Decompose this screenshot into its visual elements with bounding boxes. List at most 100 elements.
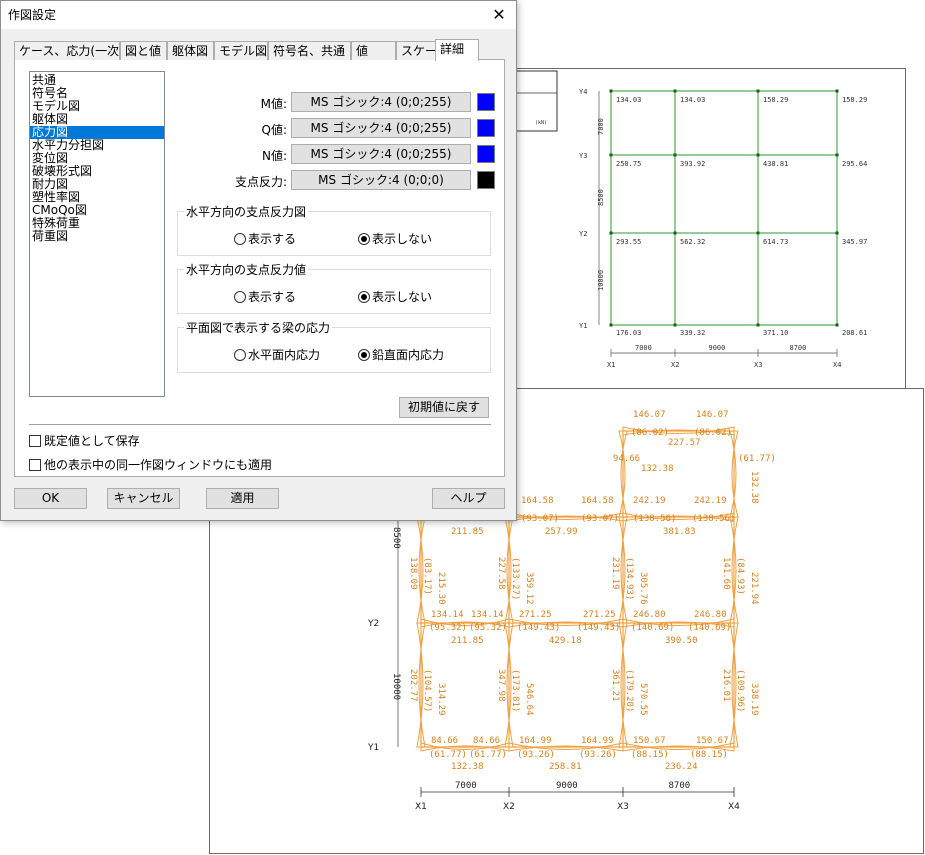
node-value: 339.32 — [680, 329, 705, 337]
close-icon[interactable]: ✕ — [488, 4, 510, 26]
drawing-window-top[interactable]: (kN) 134.03 134.03 158.29 158.29 250.75 393.92… — [504, 68, 906, 390]
stress-value: (93.07) — [581, 514, 619, 524]
stress-value: 132.38 — [749, 471, 759, 504]
node-value: 176.03 — [616, 329, 641, 337]
grid-label-x: X3 — [617, 802, 629, 812]
cancel-button[interactable]: キャンセル — [107, 488, 180, 509]
tab-figure-values[interactable]: 図と値 — [120, 41, 167, 60]
font-label-m: M値: — [260, 97, 287, 111]
stress-value: 570.55 — [638, 683, 648, 716]
apply-button[interactable]: 適用 — [206, 488, 279, 509]
stress-value: (83.17) — [422, 557, 432, 595]
stress-value: (86.02) — [694, 428, 732, 438]
grid-label-y: Y1 — [579, 322, 587, 330]
checkbox-box — [29, 459, 41, 471]
stress-value: (61.77) — [738, 454, 776, 464]
stress-value: 221.94 — [749, 572, 759, 605]
dim-label-y: 8500 — [391, 527, 401, 549]
node-value: 134.03 — [616, 96, 641, 104]
tab-model-drawing[interactable]: モデル図 — [214, 41, 268, 60]
stress-value: (93.26) — [579, 750, 617, 760]
node-mark — [835, 231, 839, 235]
node-value: 208.61 — [842, 329, 867, 337]
node-value: 134.03 — [680, 96, 705, 104]
stress-value: (138.56) — [633, 514, 676, 524]
radio-vertical-plane-stress[interactable]: 鉛直面内応力 — [358, 346, 444, 363]
radio-reaction-value-show[interactable]: 表示する — [234, 288, 296, 305]
stress-value: 132.38 — [641, 464, 674, 474]
stress-value: 242.19 — [694, 496, 727, 506]
stress-value: (93.07) — [521, 514, 559, 524]
grid-label-x: X2 — [503, 802, 515, 812]
grid-label-x: X4 — [833, 361, 841, 369]
stress-value: 246.80 — [633, 610, 666, 620]
radio-reaction-figure-hide[interactable]: 表示しない — [358, 230, 432, 247]
drawing-type-list[interactable]: 共通 符号名 モデル図 躯体図 応力図 水平力分担図 変位図 破壊形式図 耐力図 塑性率図 CMoQ… — [29, 71, 165, 397]
tab-values[interactable]: 値 — [351, 41, 396, 60]
stress-value: 546.64 — [524, 683, 534, 716]
checkbox-label: 他の表示中の同一作図ウィンドウにも適用 — [44, 458, 273, 472]
color-swatch-m[interactable] — [477, 93, 495, 111]
radio-horizontal-plane-stress[interactable]: 水平面内応力 — [234, 346, 320, 363]
grid-label-y: Y2 — [579, 230, 587, 238]
tab-case-stress[interactable]: ケース、応力(一次) — [14, 41, 124, 60]
radio-label: 水平面内応力 — [248, 348, 321, 362]
radio-reaction-value-hide[interactable]: 表示しない — [358, 288, 432, 305]
ok-button[interactable]: OK — [14, 488, 87, 509]
node-mark — [756, 323, 760, 327]
stress-value: 236.24 — [665, 762, 698, 772]
stress-value: (88.15) — [631, 750, 669, 760]
font-label-reaction: 支点反力: — [234, 175, 287, 189]
stress-value: 150.67 — [696, 736, 729, 746]
stress-value: 381.83 — [663, 527, 696, 537]
grid-label-y: Y1 — [367, 743, 379, 753]
stress-value: 271.25 — [583, 610, 616, 620]
stress-value: 211.85 — [451, 527, 484, 537]
stress-value: 84.66 — [473, 736, 500, 746]
radio-label: 鉛直面内応力 — [372, 348, 445, 362]
stress-value: 202.77 — [408, 669, 418, 702]
node-mark — [673, 89, 677, 93]
node-value: 250.75 — [616, 160, 641, 168]
checkbox-save-default[interactable]: 既定値として保存 — [29, 432, 140, 449]
stress-value: 138.09 — [408, 557, 418, 590]
node-value: 293.55 — [616, 238, 641, 246]
stress-value: 227.57 — [668, 438, 701, 448]
grid-label-x: X4 — [728, 802, 740, 812]
stress-value: (86.02) — [631, 428, 669, 438]
help-button[interactable]: ヘルプ — [432, 488, 505, 509]
stress-value: (140.69) — [688, 623, 731, 633]
list-item[interactable]: 荷重図 — [30, 230, 164, 243]
tab-scale[interactable]: スケール — [396, 41, 449, 60]
node-value: 614.73 — [763, 238, 788, 246]
dialog-title: 作図設定 — [8, 8, 57, 22]
stress-value: 242.19 — [633, 496, 666, 506]
dim-label-x: 7000 — [635, 344, 652, 352]
radio-reaction-figure-show[interactable]: 表示する — [234, 230, 296, 247]
font-button-q[interactable]: MS ゴシック:4 (0;0;255) — [291, 118, 471, 138]
font-label-q: Q値: — [261, 123, 288, 137]
node-value: 393.92 — [680, 160, 705, 168]
tab-symbol-common[interactable]: 符号名、共通 — [268, 41, 351, 60]
tab-details[interactable]: 詳細 — [435, 39, 479, 61]
dim-label-y: 8500 — [597, 189, 605, 206]
checkbox-apply-other-windows[interactable]: 他の表示中の同一作図ウィンドウにも適用 — [29, 456, 272, 473]
stress-value: 246.80 — [694, 610, 727, 620]
tab-frame-drawing[interactable]: 躯体図 — [167, 41, 214, 60]
node-mark — [835, 89, 839, 93]
font-button-n[interactable]: MS ゴシック:4 (0;0;255) — [291, 144, 471, 164]
grid-label-y: Y4 — [579, 88, 587, 96]
reset-defaults-button[interactable]: 初期値に戻す — [399, 397, 489, 418]
node-mark — [756, 153, 760, 157]
checkbox-box — [29, 435, 41, 447]
font-button-m[interactable]: MS ゴシック:4 (0;0;255) — [291, 92, 471, 112]
color-swatch-reaction[interactable] — [477, 171, 495, 189]
stress-value: 215.30 — [436, 572, 446, 605]
group-title-reaction-value: 水平方向の支点反力値 — [184, 261, 309, 278]
color-swatch-q[interactable] — [477, 119, 495, 137]
stress-value: 84.66 — [431, 736, 458, 746]
font-button-reaction[interactable]: MS ゴシック:4 (0;0;0) — [291, 170, 471, 190]
stress-value: (149.43) — [517, 623, 560, 633]
color-swatch-n[interactable] — [477, 145, 495, 163]
node-mark — [673, 231, 677, 235]
